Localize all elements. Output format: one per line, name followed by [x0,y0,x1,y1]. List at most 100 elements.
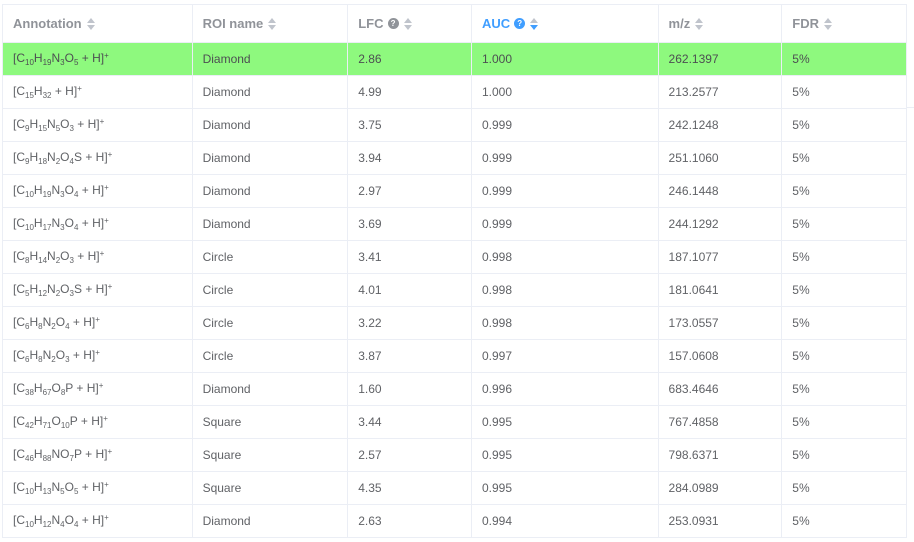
lfc-cell: 4.35 [348,472,472,504]
mz-cell: 173.0557 [659,307,783,339]
auc-cell: 0.995 [472,439,659,471]
auc-cell: 0.995 [472,406,659,438]
formula-text: [C10H17N3O4 + H]+ [13,216,109,232]
formula-text: [C8H14N2O3 + H]+ [13,249,105,265]
mz-cell: 187.1077 [659,241,783,273]
annotation-cell: [C46H88NO7P + H]+ [3,439,193,471]
sort-icon[interactable] [695,17,704,30]
auc-cell: 0.999 [472,142,659,174]
auc-cell: 0.994 [472,505,659,537]
mz-cell: 246.1448 [659,175,783,207]
annotation-cell: [C5H12N2O3S + H]+ [3,274,193,306]
mz-cell: 244.1292 [659,208,783,240]
roi-name-cell: Square [193,472,349,504]
column-label: FDR [792,16,819,31]
annotation-cell: [C10H17N3O4 + H]+ [3,208,193,240]
fdr-cell: 5% [792,481,810,495]
mz-cell: 683.4646 [659,373,783,405]
sort-icon[interactable] [824,17,832,30]
table-row[interactable]: [C10H17N3O4 + H]+ Diamond 3.69 0.999 244.129… [3,208,906,241]
roi-name-cell: Diamond [193,208,349,240]
table-row[interactable]: [C9H18N2O4S + H]+ Diamond 3.94 0.999 251.106… [3,142,906,175]
table-body: [C10H19N3O5 + H]+ Diamond 2.86 1.000 262.139… [3,43,907,538]
table-row[interactable]: [C8H14N2O3 + H]+ Circle 3.41 0.998 187.1077 5… [3,241,906,274]
column-header-fdr[interactable]: FDR [782,5,906,42]
roi-name-cell: Diamond [192,43,349,75]
table-row[interactable]: [C10H19N3O4 + H]+ Diamond 2.97 0.999 246.144… [3,175,906,208]
column-label: Annotation [13,16,82,31]
lfc-cell: 4.99 [348,76,472,108]
annotation-cell: [C10H19N3O5 + H]+ [3,43,193,75]
mz-cell: 767.4858 [659,406,783,438]
column-header-mz[interactable]: m/z [659,5,783,42]
table-row[interactable]: [C6H8N2O4 + H]+ Circle 3.22 0.998 173.0557 5% [3,307,906,340]
roi-name-cell: Square [193,439,349,471]
formula-text: [C46H88NO7P + H]+ [13,447,113,463]
column-header-annotation[interactable]: Annotation [3,5,193,42]
annotation-table: Annotation ROI name LFC ? AUC ? m/z FDR … [2,4,907,538]
table-row[interactable]: [C15H32 + H]+ Diamond 4.99 1.000 213.2577 5% [3,76,906,109]
column-header-lfc[interactable]: LFC ? [348,5,472,42]
annotation-cell: [C10H19N3O4 + H]+ [3,175,193,207]
column-header-auc[interactable]: AUC ? [472,5,659,42]
auc-cell: 0.999 [472,208,659,240]
fdr-cell: 5% [792,184,810,198]
table-row[interactable]: [C5H12N2O3S + H]+ Circle 4.01 0.998 181.0641… [3,274,906,307]
auc-cell: 0.997 [472,340,659,372]
lfc-cell: 3.87 [348,340,472,372]
lfc-cell: 2.63 [348,505,472,537]
lfc-cell: 2.57 [348,439,472,471]
lfc-cell: 2.86 [348,43,472,75]
sort-icon[interactable] [403,17,412,30]
table-row[interactable]: [C10H19N3O5 + H]+ Diamond 2.86 1.000 262.139… [3,43,907,76]
annotation-cell: [C6H8N2O4 + H]+ [3,307,193,339]
roi-name-cell: Circle [193,340,349,372]
formula-text: [C10H12N4O4 + H]+ [13,513,109,529]
fdr-cell: 5% [792,349,810,363]
lfc-cell: 2.97 [348,175,472,207]
sort-icon[interactable] [268,17,277,30]
table-row[interactable]: [C46H88NO7P + H]+ Square 2.57 0.995 798.6371… [3,439,906,472]
annotation-cell: [C38H67O8P + H]+ [3,373,193,405]
sort-icon[interactable] [530,17,539,30]
help-icon[interactable]: ? [387,18,399,29]
formula-text: [C38H67O8P + H]+ [13,381,104,397]
mz-cell: 284.0989 [659,472,783,504]
lfc-cell: 3.22 [348,307,472,339]
column-header-roi-name[interactable]: ROI name [193,5,349,42]
table-row[interactable]: [C6H8N2O3 + H]+ Circle 3.87 0.997 157.0608 5% [3,340,906,373]
lfc-cell: 3.69 [348,208,472,240]
annotation-cell: [C6H8N2O3 + H]+ [3,340,193,372]
table-row[interactable]: [C42H71O10P + H]+ Square 3.44 0.995 767.4858… [3,406,906,439]
table-row[interactable]: [C9H15N5O3 + H]+ Diamond 3.75 0.999 242.1248… [3,109,906,142]
roi-name-cell: Square [193,406,349,438]
fdr-cell: 5% [792,118,810,132]
fdr-cell: 5% [792,250,810,264]
help-icon[interactable]: ? [514,18,526,29]
roi-name-cell: Diamond [193,142,349,174]
mz-cell: 251.1060 [659,142,783,174]
fdr-cell: 5% [792,316,810,330]
table-row[interactable]: [C10H12N4O4 + H]+ Diamond 2.63 0.994 253.093… [3,505,906,538]
lfc-cell: 1.60 [348,373,472,405]
column-label: AUC [481,16,511,31]
table-row[interactable]: [C38H67O8P + H]+ Diamond 1.60 0.996 683.4646… [3,373,906,406]
annotation-cell: [C8H14N2O3 + H]+ [3,241,193,273]
fdr-cell: 5% [792,514,810,528]
roi-name-cell: Circle [193,307,349,339]
lfc-cell: 3.75 [348,109,472,141]
fdr-cell: 5% [792,151,810,165]
auc-cell: 1.000 [472,76,659,108]
fdr-cell: 5% [792,415,810,429]
column-label: LFC [358,16,384,31]
table-row[interactable]: [C10H13N5O5 + H]+ Square 4.35 0.995 284.0989… [3,472,906,505]
annotation-cell: [C9H18N2O4S + H]+ [3,142,193,174]
table-edge [907,42,914,108]
roi-name-cell: Circle [193,274,349,306]
lfc-cell: 3.94 [348,142,472,174]
lfc-cell: 4.01 [348,274,472,306]
auc-cell: 0.996 [472,373,659,405]
formula-text: [C5H12N2O3S + H]+ [13,282,113,298]
mz-cell: 181.0641 [659,274,783,306]
sort-icon[interactable] [86,17,95,30]
